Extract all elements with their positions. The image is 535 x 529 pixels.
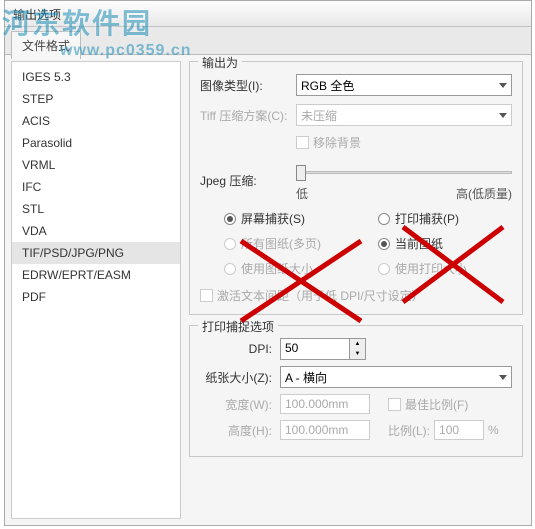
radio-screen-capture[interactable]: 屏幕捕获(S) bbox=[224, 210, 358, 227]
jpeg-compress-label: Jpeg 压缩: bbox=[200, 172, 296, 189]
sidebar-item[interactable]: IFC bbox=[12, 176, 180, 198]
tab-file-format[interactable]: 文件格式 bbox=[11, 31, 81, 59]
spin-down-icon[interactable]: ▼ bbox=[350, 349, 365, 359]
radio-icon bbox=[224, 238, 236, 250]
tiff-compress-select: 未压缩 bbox=[296, 104, 512, 126]
sidebar-item[interactable]: PDF bbox=[12, 286, 180, 308]
radio-icon bbox=[378, 238, 390, 250]
chevron-down-icon bbox=[499, 83, 507, 88]
paper-size-select[interactable]: A - 横向 bbox=[280, 366, 512, 388]
remove-bg-checkbox: 移除背景 bbox=[296, 134, 361, 151]
dpi-spinner[interactable]: 50 ▲▼ bbox=[280, 338, 512, 360]
sidebar-item[interactable]: STEP bbox=[12, 88, 180, 110]
image-type-label: 图像类型(I): bbox=[200, 77, 296, 94]
jpeg-low-label: 低 bbox=[296, 185, 308, 202]
format-list[interactable]: IGES 5.3STEPACISParasolidVRMLIFCSTLVDATI… bbox=[11, 61, 181, 519]
print-group-title: 打印捕捉选项 bbox=[198, 318, 278, 335]
radio-icon bbox=[378, 263, 390, 275]
image-type-value: RGB 全色 bbox=[301, 77, 354, 94]
radio-icon bbox=[224, 213, 236, 225]
radio-icon bbox=[224, 263, 236, 275]
width-label: 宽度(W): bbox=[200, 396, 272, 413]
best-ratio-checkbox: 最佳比例(F) bbox=[388, 396, 468, 413]
sidebar-item[interactable]: ACIS bbox=[12, 110, 180, 132]
checkbox-icon bbox=[200, 289, 213, 302]
tiff-compress-label: Tiff 压缩方案(C): bbox=[200, 107, 296, 124]
radio-use-print-size: 使用打印大小 bbox=[378, 260, 512, 277]
percent-label: % bbox=[488, 423, 499, 437]
radio-current-drawing[interactable]: 当前图纸 bbox=[378, 235, 512, 252]
jpeg-slider[interactable] bbox=[296, 163, 512, 183]
sidebar-item[interactable]: TIF/PSD/JPG/PNG bbox=[12, 242, 180, 264]
sidebar-item[interactable]: VRML bbox=[12, 154, 180, 176]
height-label: 高度(H): bbox=[200, 422, 272, 439]
radio-icon bbox=[378, 213, 390, 225]
print-capture-group: 打印捕捉选项 DPI: 50 ▲▼ 纸张大小(Z): A - 横向 bbox=[189, 325, 523, 457]
checkbox-icon bbox=[388, 398, 401, 411]
tiff-compress-value: 未压缩 bbox=[301, 107, 337, 124]
dialog-window: 输出选项 文件格式 IGES 5.3STEPACISParasolidVRMLI… bbox=[4, 0, 532, 526]
checkbox-icon bbox=[296, 136, 309, 149]
chevron-down-icon bbox=[499, 375, 507, 380]
dialog-title: 输出选项 bbox=[5, 1, 531, 27]
spin-up-icon[interactable]: ▲ bbox=[350, 339, 365, 349]
sidebar-item[interactable]: IGES 5.3 bbox=[12, 66, 180, 88]
radio-print-capture[interactable]: 打印捕获(P) bbox=[378, 210, 512, 227]
slider-thumb[interactable] bbox=[296, 165, 306, 181]
sidebar-item[interactable]: STL bbox=[12, 198, 180, 220]
tab-strip: 文件格式 bbox=[5, 27, 531, 55]
main-panel: 输出为 图像类型(I): RGB 全色 Tiff 压缩方案(C): 未压缩 bbox=[187, 55, 531, 525]
activate-text-gap-checkbox: 激活文本间距（用于低 DPI/尺寸设定） bbox=[200, 287, 512, 304]
sidebar-item[interactable]: EDRW/EPRT/EASM bbox=[12, 264, 180, 286]
output-group: 输出为 图像类型(I): RGB 全色 Tiff 压缩方案(C): 未压缩 bbox=[189, 61, 523, 315]
ratio-label: 比例(L): bbox=[388, 422, 430, 439]
height-input: 100.000mm bbox=[280, 420, 370, 440]
sidebar-item[interactable]: Parasolid bbox=[12, 132, 180, 154]
width-input: 100.000mm bbox=[280, 394, 370, 414]
ratio-input: 100 bbox=[434, 420, 484, 440]
paper-size-label: 纸张大小(Z): bbox=[200, 369, 272, 386]
image-type-select[interactable]: RGB 全色 bbox=[296, 74, 512, 96]
jpeg-high-label: 高(低质量) bbox=[456, 185, 512, 202]
radio-use-drawing-size: 使用图纸大小 bbox=[224, 260, 358, 277]
sidebar-item[interactable]: VDA bbox=[12, 220, 180, 242]
dpi-label: DPI: bbox=[200, 342, 272, 356]
chevron-down-icon bbox=[499, 113, 507, 118]
radio-all-drawings: 所有图纸(多页) bbox=[224, 235, 358, 252]
output-group-title: 输出为 bbox=[198, 55, 242, 71]
